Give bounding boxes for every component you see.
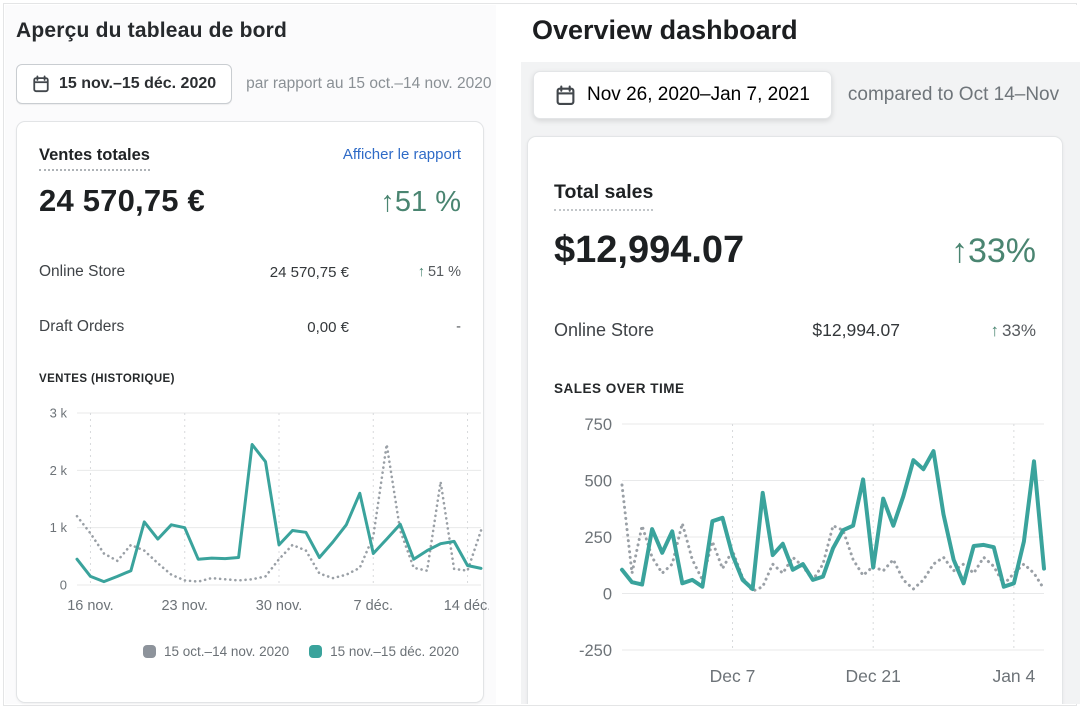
- up-arrow-icon: ↑: [990, 321, 999, 340]
- comparison-period-text: compared to Oct 14–Nov: [848, 84, 1059, 106]
- date-filter-row: 15 nov.–15 déc. 2020 par rapport au 15 o…: [16, 63, 491, 105]
- calendar-icon: [32, 75, 50, 93]
- svg-text:16 nov.: 16 nov.: [67, 598, 114, 614]
- date-range-button[interactable]: Nov 26, 2020–Jan 7, 2021: [533, 71, 832, 119]
- svg-text:500: 500: [584, 472, 612, 490]
- chart-section-title: VENTES (HISTORIQUE): [39, 373, 461, 385]
- legend-item-comparison: 15 oct.–14 nov. 2020: [143, 644, 289, 659]
- svg-text:7 déc.: 7 déc.: [354, 598, 394, 614]
- calendar-icon: [555, 85, 576, 106]
- dashboard-panel-fr: Aperçu du tableau de bord 15 nov.–15 déc…: [5, 5, 496, 704]
- legend-swatch-teal: [309, 645, 322, 658]
- svg-text:750: 750: [584, 416, 612, 434]
- svg-text:2 k: 2 k: [50, 463, 68, 478]
- date-range-label: 15 nov.–15 déc. 2020: [59, 75, 216, 93]
- sales-history-chart[interactable]: 3 k 2 k 1 k 016 nov. 23 nov. 30 nov. 7 déc. 14 …: [37, 393, 489, 625]
- svg-text:Dec 21: Dec 21: [845, 666, 900, 686]
- page-title: Aperçu du tableau de bord: [16, 19, 287, 43]
- svg-text:Dec 7: Dec 7: [710, 666, 756, 686]
- date-range-label: Nov 26, 2020–Jan 7, 2021: [587, 84, 810, 106]
- page-title: Overview dashboard: [532, 15, 798, 46]
- svg-text:Jan 4: Jan 4: [992, 666, 1035, 686]
- row-label: Draft Orders: [39, 318, 197, 336]
- total-sales-change: ↑33%: [951, 232, 1036, 271]
- svg-text:14 déc.: 14 déc.: [444, 598, 489, 614]
- sales-breakdown-list: Online Store 24 570,75 € ↑51 % Draft Ord…: [39, 263, 461, 336]
- view-report-link[interactable]: Afficher le rapport: [343, 146, 461, 163]
- total-sales-value: $12,994.07: [554, 229, 744, 272]
- svg-text:0: 0: [603, 585, 612, 603]
- total-sales-card: Total sales $12,994.07 ↑33% Online Store…: [527, 136, 1063, 704]
- row-change: ↑51 %: [349, 264, 461, 280]
- list-item: Draft Orders 0,00 € -: [39, 318, 461, 336]
- svg-text:250: 250: [584, 529, 612, 547]
- total-sales-card: Ventes totales Afficher le rapport 24 57…: [16, 121, 484, 703]
- total-sales-change: ↑51 %: [380, 186, 461, 219]
- legend-item-current: 15 nov.–15 déc. 2020: [309, 644, 459, 659]
- row-value: $12,994.07: [710, 320, 900, 341]
- date-range-button[interactable]: 15 nov.–15 déc. 2020: [16, 64, 232, 104]
- svg-text:1 k: 1 k: [50, 520, 68, 535]
- sales-breakdown-list: Online Store $12,994.07 ↑33%: [554, 320, 1036, 341]
- row-change: ↑33%: [900, 321, 1036, 341]
- chart-section-title: SALES OVER TIME: [554, 381, 1036, 396]
- metric-title[interactable]: Ventes totales: [39, 146, 150, 171]
- chart-legend: 15 oct.–14 nov. 2020 15 nov.–15 déc. 202…: [39, 644, 459, 659]
- dashboard-panel-en: Overview dashboard Nov 26, 2020–Jan 7, 2…: [521, 5, 1080, 704]
- row-label: Online Store: [39, 263, 197, 281]
- svg-text:0: 0: [60, 578, 67, 593]
- row-label: Online Store: [554, 320, 710, 341]
- comparison-period-text: par rapport au 15 oct.–14 nov. 2020: [246, 75, 491, 93]
- svg-text:30 nov.: 30 nov.: [256, 598, 303, 614]
- row-change: -: [349, 319, 461, 335]
- legend-swatch-gray: [143, 645, 156, 658]
- list-item: Online Store $12,994.07 ↑33%: [554, 320, 1036, 341]
- sales-over-time-chart[interactable]: 750 500 250 0 -250 Dec 7 Dec 21 Jan 4: [550, 408, 1050, 700]
- row-value: 24 570,75 €: [197, 264, 349, 281]
- row-value: 0,00 €: [197, 319, 349, 336]
- svg-text:3 k: 3 k: [50, 406, 68, 421]
- svg-text:23 nov.: 23 nov.: [161, 598, 208, 614]
- total-sales-value: 24 570,75 €: [39, 183, 205, 219]
- up-arrow-icon: ↑: [418, 264, 425, 280]
- metric-title[interactable]: Total sales: [554, 181, 653, 211]
- svg-text:-250: -250: [579, 642, 612, 660]
- date-filter-row: Nov 26, 2020–Jan 7, 2021 compared to Oct…: [533, 70, 1059, 120]
- list-item: Online Store 24 570,75 € ↑51 %: [39, 263, 461, 281]
